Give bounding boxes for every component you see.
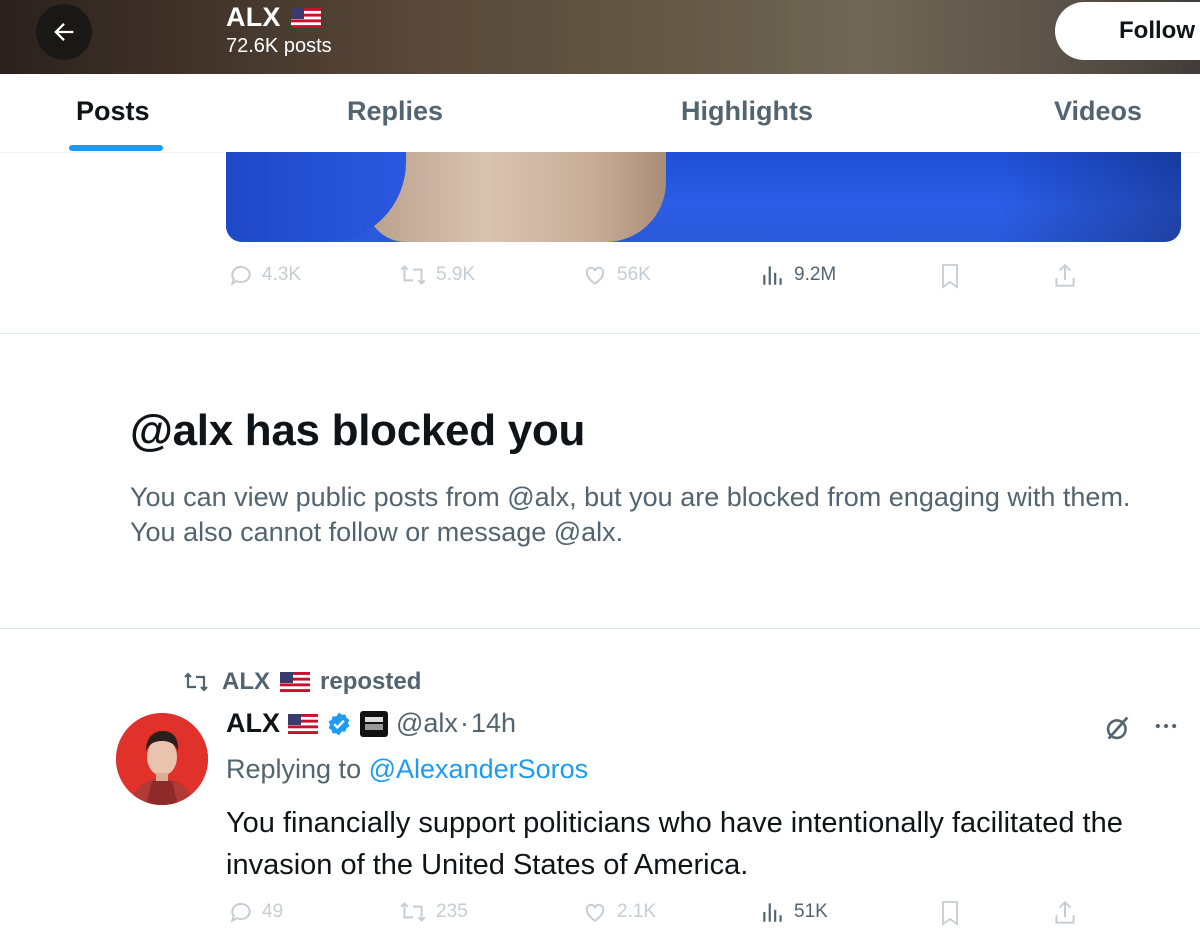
replying-to-line: Replying to @AlexanderSoros [226,754,588,785]
reply-count: 4.3K [262,264,302,285]
share-button[interactable] [1052,262,1078,290]
like-button[interactable]: 56K [581,262,651,288]
repost-author[interactable]: ALX [222,668,270,696]
post-count: 72.6K posts [226,35,332,57]
post-body-text: You financially support politicians who … [226,807,1123,881]
active-tab-indicator [69,145,163,151]
us-flag-icon [290,7,321,28]
bookmark-button[interactable] [938,899,962,927]
repost-icon [184,672,208,692]
reply-icon [230,265,251,286]
avatar[interactable] [116,713,208,805]
profile-title-block: ALX 72.6K posts [226,2,332,58]
view-count: 51K [794,901,828,922]
repost-count: 5.9K [436,264,476,285]
tab-replies[interactable]: Replies [347,96,443,127]
tab-highlights[interactable]: Highlights [681,96,813,127]
post-action-bar: 49 235 2.1K 51K [226,899,1086,929]
replying-to-prefix: Replying to [226,754,362,784]
divider [0,333,1200,334]
replying-to-link[interactable]: @AlexanderSoros [369,754,589,784]
share-button[interactable] [1052,899,1078,927]
tab-posts[interactable]: Posts [76,96,150,127]
like-count: 56K [617,264,651,285]
reply-icon [230,902,251,923]
repost-indicator: ALX reposted [180,668,421,696]
media-arm-shape [366,152,666,242]
bookmark-icon [942,901,958,926]
bookmark-icon [942,264,958,289]
back-arrow-icon [54,23,74,41]
avatar-portrait [116,713,208,805]
views-button[interactable]: 51K [760,899,828,925]
grok-icon [1106,716,1129,740]
back-button[interactable] [36,4,92,60]
share-icon [1055,900,1075,924]
divider [0,628,1200,629]
us-flag-icon [288,713,318,734]
grok-button[interactable] [1104,714,1132,747]
tab-videos[interactable]: Videos [1054,96,1142,127]
like-icon [585,266,605,285]
post-time[interactable]: 14h [471,708,516,739]
post-handle[interactable]: @alx [396,708,458,739]
repost-icon [400,265,426,285]
follow-button-label: Follow [1119,17,1195,44]
post-action-bar: 4.3K 5.9K 56K 9.2M [226,262,1086,292]
verified-badge-icon[interactable] [326,711,352,737]
affiliate-logo-icon[interactable] [360,710,388,737]
post-author-name[interactable]: ALX [226,708,280,739]
post-header: ALX @alx · 14h [226,708,516,739]
more-options-button[interactable] [1152,712,1180,745]
reply-count: 49 [262,901,284,922]
like-button[interactable]: 2.1K [581,899,656,925]
views-icon [763,903,782,922]
profile-header: ALX 72.6K posts Follow [0,0,1200,74]
bookmark-button[interactable] [938,262,962,290]
views-button[interactable]: 9.2M [760,262,836,288]
post-dot-separator: · [459,708,469,738]
repost-count: 235 [436,901,468,922]
media-shade [1001,152,1181,242]
repost-icon [400,902,426,922]
view-count: 9.2M [794,264,837,285]
profile-tabs: Posts Replies Highlights Videos [0,74,1200,153]
like-icon [585,903,605,922]
repost-button[interactable]: 235 [398,899,468,925]
repost-button[interactable]: 5.9K [398,262,475,288]
profile-name: ALX [226,2,281,32]
blocked-description: You can view public posts from @alx, but… [130,482,1131,547]
us-flag-icon [280,672,310,692]
follow-button[interactable]: Follow [1055,2,1200,60]
more-icon [1155,723,1177,729]
repost-label: reposted [320,668,422,695]
header-banner-overlay [0,0,1200,74]
post-media-image[interactable] [226,152,1181,242]
reply-button[interactable]: 49 [228,899,283,925]
views-icon [763,266,782,285]
reply-button[interactable]: 4.3K [228,262,301,288]
blocked-title: @alx has blocked you [130,406,586,455]
share-icon [1055,263,1075,287]
like-count: 2.1K [617,901,657,922]
